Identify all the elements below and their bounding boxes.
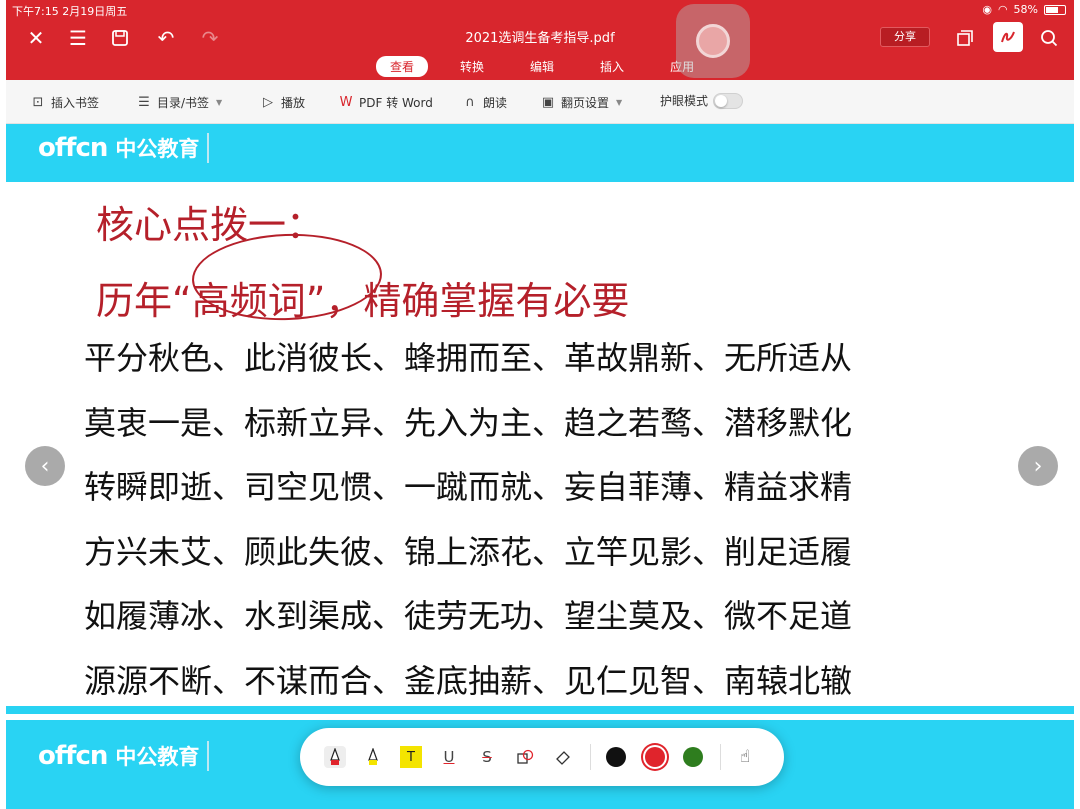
share-button[interactable]: 分享 xyxy=(880,27,930,47)
page-turn-settings-button[interactable]: ▣ 翻页设置 ▼ xyxy=(540,94,622,111)
subheading: 历年“高频词”，精确掌握有必要 xyxy=(96,279,630,323)
chevron-right-icon: › xyxy=(1033,453,1043,479)
app-header: 下午7:15 2月19日周五 ◉ ◠ 58% ✕ ☰ ↶ ↷ 2021选调生备考… xyxy=(6,0,1074,80)
color-black-swatch[interactable] xyxy=(606,747,626,767)
pdf-to-word-button[interactable]: W PDF 转 Word xyxy=(338,94,433,111)
eye-care-label: 护眼模式 xyxy=(660,94,709,108)
status-time-date: 下午7:15 2月19日周五 xyxy=(12,5,128,18)
insert-bookmark-button[interactable]: ⊡ 插入书签 xyxy=(30,94,99,111)
list-item: 方兴未艾、顾此失彼、锦上添花、立竿见影、削足适履 xyxy=(84,532,853,571)
bookmark-add-icon: ⊡ xyxy=(32,94,44,110)
eye-care-control: 护眼模式 xyxy=(660,92,744,109)
color-red-swatch[interactable] xyxy=(645,747,665,767)
app-window: 下午7:15 2月19日周五 ◉ ◠ 58% ✕ ☰ ↶ ↷ 2021选调生备考… xyxy=(0,0,1080,809)
page-turn-label: 翻页设置 xyxy=(561,96,610,110)
eye-care-toggle[interactable] xyxy=(713,92,744,109)
wifi-icon: ◠ xyxy=(997,3,1008,16)
chevron-down-icon: ▼ xyxy=(216,98,223,107)
next-page-button[interactable]: › xyxy=(1018,446,1058,486)
text-highlight-tool-icon[interactable]: T xyxy=(400,746,422,768)
toc-bookmark-label: 目录/书签 xyxy=(157,96,210,110)
read-aloud-label: 朗读 xyxy=(483,96,508,110)
toc-bookmark-button[interactable]: ☰ 目录/书签 ▼ xyxy=(136,94,222,111)
annotation-toolbar: T U S ☝ xyxy=(300,728,784,786)
record-dot-icon xyxy=(696,24,730,58)
battery-icon xyxy=(1044,4,1066,15)
offcn-logo: offcn 中公教育 xyxy=(38,133,210,163)
main-tabs: 查看 转换 编辑 插入 应用 xyxy=(376,56,726,77)
page-divider-band xyxy=(6,706,1074,714)
pdf-to-word-label: PDF 转 Word xyxy=(359,96,433,110)
strikethrough-tool-icon[interactable]: S xyxy=(476,746,498,768)
headphones-icon: ∩ xyxy=(465,94,475,110)
pdf-page: offcn 中公教育 核心点拨一： 历年“高频词”，精确掌握有必要 平分秋色、此… xyxy=(6,124,1074,809)
view-toolbar: ⊡ 插入书签 ☰ 目录/书签 ▼ ▷ 播放 W PDF 转 Word ∩ 朗读 … xyxy=(6,80,1074,124)
page-header-band: offcn 中公教育 xyxy=(6,124,1074,182)
idiom-list: 平分秋色、此消彼长、蜂拥而至、革故鼎新、无所适从 莫衷一是、标新立异、先入为主、… xyxy=(84,331,852,719)
play-label: 播放 xyxy=(281,96,306,110)
previous-page-button[interactable]: ‹ xyxy=(25,446,65,486)
underline-tool-icon[interactable]: U xyxy=(438,746,460,768)
battery-percent: 58% xyxy=(1013,3,1038,16)
offcn-logo: offcn 中公教育 xyxy=(38,741,210,771)
chevron-down-icon: ▼ xyxy=(616,98,623,107)
tab-edit[interactable]: 编辑 xyxy=(516,56,568,77)
page-turn-icon: ▣ xyxy=(541,94,555,110)
annotate-pen-button[interactable] xyxy=(993,22,1023,52)
color-green-swatch[interactable] xyxy=(683,747,703,767)
tab-insert[interactable]: 插入 xyxy=(586,56,638,77)
multi-window-icon[interactable] xyxy=(953,26,977,50)
shape-tool-icon[interactable] xyxy=(514,746,536,768)
list-item: 转瞬即逝、司空见惯、一蹴而就、妄自菲薄、精益求精 xyxy=(84,468,853,507)
tab-convert[interactable]: 转换 xyxy=(446,56,498,77)
play-icon: ▷ xyxy=(263,94,273,110)
status-indicators: ◉ ◠ 58% xyxy=(982,3,1066,16)
eraser-tool-icon[interactable] xyxy=(552,746,574,768)
read-aloud-button[interactable]: ∩ 朗读 xyxy=(462,94,507,111)
pen-tool-icon[interactable] xyxy=(324,746,346,768)
word-convert-icon: W xyxy=(339,94,353,110)
list-item: 莫衷一是、标新立异、先入为主、趋之若鹜、潜移默化 xyxy=(84,403,853,442)
list-item: 如履薄冰、水到渠成、徒劳无功、望尘莫及、微不足道 xyxy=(84,597,853,636)
list-icon: ☰ xyxy=(138,94,150,110)
list-item: 平分秋色、此消彼长、蜂拥而至、革故鼎新、无所适从 xyxy=(84,339,853,377)
chevron-left-icon: ‹ xyxy=(40,453,50,479)
hand-pan-icon[interactable]: ☝ xyxy=(734,746,756,768)
play-button[interactable]: ▷ 播放 xyxy=(260,94,305,111)
tab-view[interactable]: 查看 xyxy=(376,56,429,77)
search-icon[interactable] xyxy=(1037,26,1061,50)
screen-record-overlay[interactable] xyxy=(676,4,750,78)
pen-scribble-icon xyxy=(1001,31,1015,43)
screen-record-indicator-icon: ◉ xyxy=(982,3,992,16)
highlighter-tool-icon[interactable] xyxy=(362,746,384,768)
insert-bookmark-label: 插入书签 xyxy=(51,96,100,110)
